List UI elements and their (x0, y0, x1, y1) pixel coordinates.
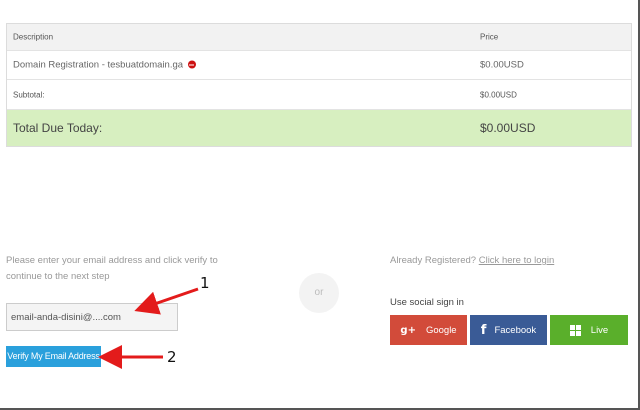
live-label: Live (590, 324, 609, 336)
order-summary-table: Description Price Domain Registration - … (6, 23, 632, 147)
total-value: $0.00USD (480, 121, 536, 135)
table-header-row: Description Price (7, 24, 631, 51)
remove-icon[interactable] (187, 60, 196, 69)
google-plus-icon: g+ (400, 324, 416, 336)
annotation-number-2: 2 (167, 348, 177, 366)
live-sign-in-button[interactable]: Live (550, 315, 628, 345)
total-row: Total Due Today: $0.00USD (7, 110, 631, 146)
windows-icon (569, 324, 581, 336)
item-price: $0.00USD (480, 59, 524, 71)
already-registered-text: Already Registered? Click here to login (390, 255, 554, 266)
facebook-sign-in-button[interactable]: f Facebook (470, 315, 547, 345)
facebook-label: Facebook (494, 324, 537, 336)
google-label: Google (425, 324, 457, 336)
header-description: Description (13, 32, 54, 42)
verify-email-button[interactable]: Verify My Email Address (6, 346, 101, 367)
email-input[interactable] (6, 303, 178, 331)
subtotal-label: Subtotal: (13, 90, 45, 99)
table-row: Domain Registration - tesbuatdomain.ga $… (7, 51, 631, 80)
social-sign-in-label: Use social sign in (390, 297, 464, 308)
subtotal-value: $0.00USD (480, 90, 517, 99)
total-label: Total Due Today: (13, 121, 103, 135)
already-registered-label: Already Registered? (390, 255, 477, 266)
google-sign-in-button[interactable]: g+ Google (390, 315, 467, 345)
or-divider: or (299, 273, 339, 313)
facebook-icon: f (480, 322, 487, 338)
item-description-text: Domain Registration - tesbuatdomain.ga (13, 59, 184, 71)
item-description: Domain Registration - tesbuatdomain.ga (13, 60, 196, 71)
login-link[interactable]: Click here to login (479, 255, 555, 266)
subtotal-row: Subtotal: $0.00USD (7, 80, 631, 110)
header-price: Price (480, 32, 499, 42)
annotation-number-1: 1 (200, 274, 210, 292)
